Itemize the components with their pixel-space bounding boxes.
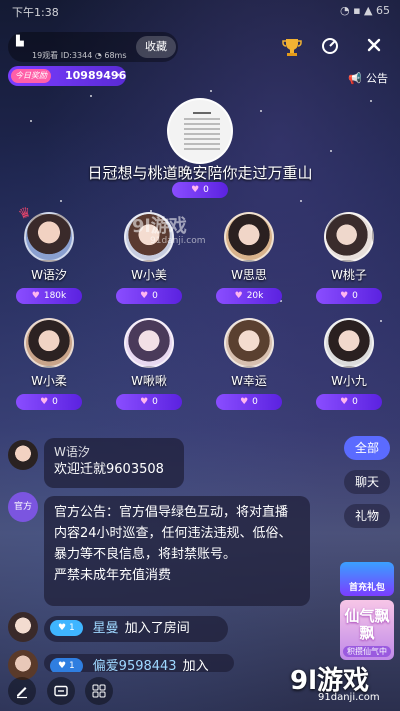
seat-avatar [324, 318, 374, 368]
host-avatar-document-image [184, 110, 220, 154]
level-badge-2: ♥ 1 [50, 658, 83, 672]
seat-heart-pill: ♥ 20k [216, 288, 282, 304]
filter-gift-button[interactable]: 礼物 [344, 504, 390, 528]
today-reward-tag: 今日奖励 [11, 69, 51, 83]
seat-avatar [324, 212, 374, 262]
seat-7[interactable]: W幸运 ♥ 0 [208, 318, 288, 418]
host-heart-count: 0 [203, 185, 209, 195]
event-promo[interactable]: 仙气飘飘 积攒仙气中 [340, 600, 394, 660]
chat-sender-name: W语汐 [54, 445, 90, 459]
join-message: ♥ 1 星曼 加入了房间 [44, 616, 228, 642]
share-icon[interactable] [318, 36, 342, 60]
host-heart-pill: ♥ 0 [172, 182, 228, 198]
seat-1[interactable]: ♛ W语汐 ♥ 180k [8, 204, 88, 312]
seat-name: W小柔 [31, 374, 67, 388]
heart-icon: ♥ [40, 397, 49, 407]
status-icons: ◔ ▪ ▲ 65 [340, 4, 390, 17]
megaphone-icon: 📢 [348, 72, 362, 85]
seat-heart-count: 0 [352, 291, 358, 301]
heart-icon: ♥ [31, 291, 40, 301]
seat-heart-pill: ♥ 0 [316, 288, 382, 304]
notice-button[interactable]: 📢 公告 [348, 70, 388, 86]
trophy-icon[interactable] [280, 36, 304, 60]
heart-icon: ♥ [340, 291, 349, 301]
heart-icon: ♥ [234, 291, 243, 301]
watermark-site: 91danji.com [318, 692, 380, 703]
watermark-site-mid: 91danji.com [150, 236, 206, 246]
status-time: 下午1:38 [12, 6, 59, 19]
seat-name: W语汐 [31, 268, 67, 282]
seat-4[interactable]: W桃子 ♥ 0 [308, 212, 388, 312]
close-icon[interactable] [362, 36, 386, 60]
watermark-logo-mid: 9l游戏 [132, 216, 187, 237]
today-reward-pill[interactable]: 今日奖励 10989496 › [8, 66, 126, 86]
seat-name: W桃子 [331, 268, 367, 282]
room-title: 日冠想与桃道晚安陪你走过万重山 [87, 164, 313, 182]
seat-avatar [224, 318, 274, 368]
seat-heart-count: 0 [152, 291, 158, 301]
first-charge-label: 首充礼包 [348, 583, 385, 593]
filter-chat-button[interactable]: 聊天 [344, 470, 390, 494]
room-flag-icon: ▙ [16, 36, 24, 47]
announcement-text: 官方公告：官方倡导绿色互动，将对直播内容24小时巡查，任何违法违规、低俗、暴力等… [54, 505, 292, 562]
edit-icon[interactable] [8, 677, 36, 705]
seat-heart-pill: ♥ 0 [316, 394, 382, 410]
level-badge: ♥ 1 [50, 620, 83, 636]
seat-heart-count: 20k [246, 291, 264, 301]
seat-heart-pill: ♥ 0 [116, 394, 182, 410]
filter-all-button[interactable]: 全部 [344, 436, 390, 460]
status-bar: 下午1:38 ◔ ▪ ▲ 65 [0, 0, 400, 22]
seat-name: W思思 [231, 268, 267, 282]
first-charge-promo[interactable]: 首充礼包 [340, 562, 394, 596]
join-text: 加入了房间 [124, 621, 190, 636]
heart-icon: ♥ [340, 397, 349, 407]
seat-heart-pill: ♥ 0 [216, 394, 282, 410]
mail-icon[interactable] [47, 677, 75, 705]
seat-heart-pill: ♥ 0 [116, 288, 182, 304]
seat-name: W幸运 [231, 374, 267, 388]
seat-6[interactable]: W啾啾 ♥ 0 [108, 318, 188, 418]
seat-heart-count: 0 [52, 397, 58, 407]
seat-5[interactable]: W小柔 ♥ 0 [8, 318, 88, 418]
seat-heart-count: 0 [252, 397, 258, 407]
event-sub: 积攒仙气中 [343, 646, 391, 657]
room-sub-info: 19观看 ID:3344 ◔ 68ms [32, 51, 127, 60]
apps-grid-icon[interactable] [85, 677, 113, 705]
heart-icon: ♥ [140, 291, 149, 301]
official-badge: 官方 [13, 502, 32, 512]
join-message-2: ♥ 1 偏爱9598443 加入 [44, 654, 234, 672]
seat-name: W啾啾 [131, 374, 167, 388]
seat-8[interactable]: W小九 ♥ 0 [308, 318, 388, 418]
seat-avatar [24, 318, 74, 368]
event-title: 仙气飘飘 [344, 607, 390, 642]
host-avatar[interactable] [167, 98, 233, 164]
chat-avatar[interactable] [8, 440, 38, 470]
seat-avatar [124, 318, 174, 368]
chevron-right-icon: › [115, 68, 120, 81]
level-value: 1 [68, 623, 75, 633]
seat-name: W小美 [131, 268, 167, 282]
heart-icon: ♥ [191, 185, 200, 195]
seat-3[interactable]: W思思 ♥ 20k [208, 212, 288, 312]
seat-heart-pill: ♥ 0 [16, 394, 82, 410]
seat-heart-count: 0 [152, 397, 158, 407]
heart-icon: ♥ [140, 397, 149, 407]
seat-heart-pill: ♥ 180k [16, 288, 82, 304]
level-value-2: 1 [68, 661, 75, 671]
announcement-text-2: 严禁未成年充值消费 [54, 568, 172, 583]
chat-message: W语汐 欢迎迁就9603508 [44, 438, 184, 488]
announcement-message: 官方公告：官方倡导绿色互动，将对直播内容24小时巡查，任何违法违规、低俗、暴力等… [44, 496, 310, 606]
seat-avatar [224, 212, 274, 262]
join-user-name[interactable]: 星曼 [93, 621, 119, 636]
favorite-button[interactable]: 收藏 [136, 36, 176, 58]
seat-heart-count: 0 [352, 397, 358, 407]
seat-heart-count: 180k [43, 291, 67, 301]
chat-message-text: 欢迎迁就9603508 [54, 462, 164, 477]
heart-icon: ♥ [240, 397, 249, 407]
notice-label: 公告 [366, 72, 388, 85]
official-avatar: 官方 [8, 492, 38, 522]
join-avatar[interactable] [8, 612, 38, 642]
seat-name: W小九 [331, 374, 367, 388]
